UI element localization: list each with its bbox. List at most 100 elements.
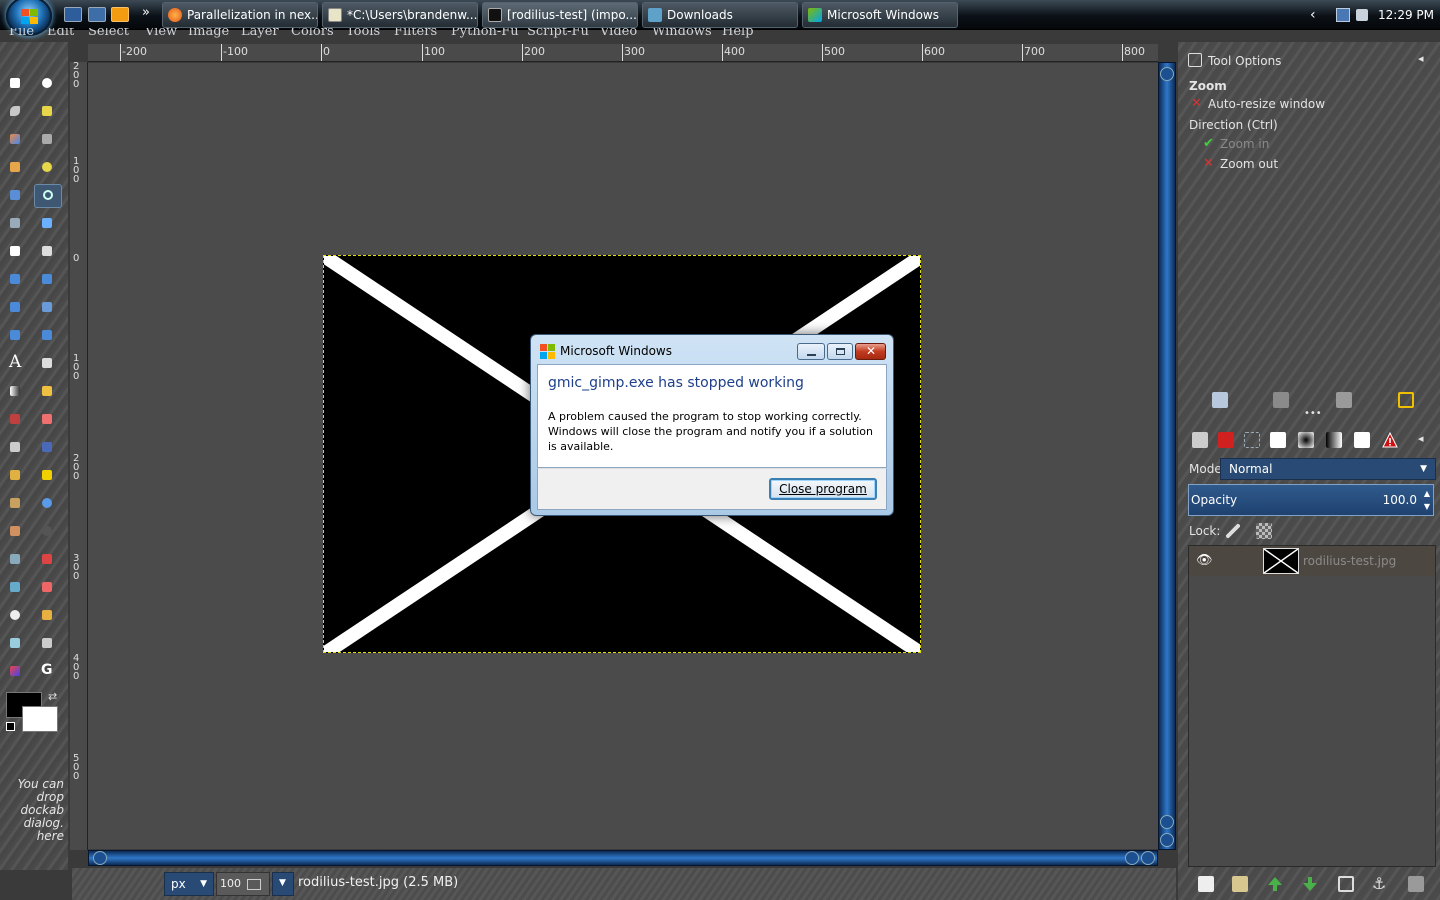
layers-list[interactable]: 👁 rodilius-test.jpg [1188, 545, 1436, 867]
flip-tool-icon[interactable] [6, 326, 24, 344]
panel-menu-icon[interactable]: ◂ [1418, 52, 1424, 65]
heal-tool-icon[interactable] [38, 466, 56, 484]
menu-help[interactable]: Help [722, 28, 754, 39]
horizontal-scrollbar[interactable] [88, 850, 1158, 866]
script-tool-6-icon[interactable] [38, 606, 56, 624]
patterns-tab-icon[interactable] [1354, 432, 1370, 448]
auto-resize-option[interactable]: Auto-resize window [1208, 97, 1325, 111]
rect-select-tool-icon[interactable] [6, 74, 24, 92]
gradients-tab-icon[interactable] [1326, 432, 1342, 448]
paintbrush-tool-icon[interactable] [6, 410, 24, 428]
raise-layer-icon[interactable] [1267, 876, 1283, 892]
drag-handle-icon[interactable]: ••• [1304, 408, 1322, 419]
brushes-tab-icon[interactable] [1298, 432, 1314, 448]
ellipse-select-tool-icon[interactable] [38, 74, 56, 92]
blend-tool-icon[interactable] [6, 382, 24, 400]
layers-tab-icon[interactable] [1192, 432, 1208, 448]
airbrush-tool-icon[interactable] [6, 438, 24, 456]
colormap-tab-icon[interactable] [1270, 432, 1286, 448]
unit-select[interactable]: px ▼ [164, 872, 214, 896]
scroll-down-icon[interactable] [1160, 815, 1174, 829]
menu-script-fu[interactable]: Script-Fu [527, 28, 589, 39]
task-notepad[interactable]: *C:\Users\brandenw... [322, 2, 478, 28]
script-tool-5-icon[interactable] [6, 606, 24, 624]
layer-name[interactable]: rodilius-test.jpg [1303, 554, 1396, 568]
clone-tool-icon[interactable] [6, 466, 24, 484]
tray-expand-icon[interactable]: ‹ [1310, 0, 1316, 30]
script-tool-9-icon[interactable] [6, 662, 24, 680]
default-colors-icon[interactable] [6, 722, 15, 731]
lower-layer-icon[interactable] [1302, 876, 1318, 892]
menu-video[interactable]: Video [600, 28, 637, 39]
shear-tool-icon[interactable] [6, 298, 24, 316]
close-program-button[interactable]: Close program [769, 478, 877, 500]
move-tool-icon[interactable] [38, 214, 56, 232]
scroll-up-icon[interactable] [1160, 67, 1174, 81]
channels-tab-icon[interactable] [1218, 432, 1234, 448]
menu-python-fu[interactable]: Python-Fu [451, 28, 519, 39]
spin-arrows-icon[interactable]: ▲ ▼ [1424, 487, 1430, 513]
menu-layer[interactable]: Layer [241, 28, 279, 39]
lock-pixels-icon[interactable] [1226, 524, 1240, 538]
layer-row[interactable]: 👁 rodilius-test.jpg [1189, 546, 1435, 576]
paths-tool-icon[interactable] [38, 158, 56, 176]
menu-select[interactable]: Select [88, 28, 129, 39]
paths-tab-icon[interactable] [1244, 432, 1260, 448]
task-firefox[interactable]: Parallelization in nex... [162, 2, 318, 28]
gmic-tool-icon[interactable]: G [38, 662, 56, 680]
crop-tool-icon[interactable] [38, 242, 56, 260]
foreground-select-tool-icon[interactable] [6, 158, 24, 176]
vertical-scrollbar[interactable] [1158, 62, 1176, 850]
scroll-right-icon[interactable] [1141, 851, 1155, 865]
scissors-tool-icon[interactable] [38, 130, 56, 148]
select-by-color-tool-icon[interactable] [6, 130, 24, 148]
menu-colors[interactable]: Colors [291, 28, 334, 39]
zoom-spin-icon[interactable] [246, 878, 261, 890]
eraser-tool-icon[interactable] [38, 410, 56, 428]
script-tool-3-icon[interactable] [6, 578, 24, 596]
reset-options-icon[interactable] [1398, 392, 1414, 408]
smudge-tool-icon[interactable] [6, 522, 24, 540]
script-tool-2-icon[interactable] [38, 550, 56, 568]
save-options-icon[interactable] [1212, 392, 1228, 408]
clock[interactable]: 12:29 PM [1378, 0, 1434, 30]
delete-layer-icon[interactable] [1408, 876, 1424, 892]
dodge-burn-tool-icon[interactable] [38, 522, 56, 540]
cage-transform-tool-icon[interactable] [38, 326, 56, 344]
scale-tool-icon[interactable] [38, 270, 56, 288]
menu-filters[interactable]: Filters [394, 28, 437, 39]
menu-windows[interactable]: Windows [652, 28, 712, 39]
maximize-button[interactable] [827, 343, 853, 360]
task-gimp[interactable]: [rodilius-test] (impo... [482, 2, 638, 28]
color-picker-tool-icon[interactable] [6, 186, 24, 204]
opacity-slider[interactable]: Opacity 100.0 ▲ ▼ [1188, 484, 1434, 516]
layer-group-icon[interactable] [1232, 876, 1248, 892]
warning-icon[interactable] [1382, 431, 1398, 448]
zoom-out-option[interactable]: Zoom out [1220, 157, 1278, 171]
show-desktop-icon[interactable] [64, 7, 82, 22]
lock-alpha-icon[interactable] [1256, 523, 1272, 539]
zoom-tool-icon[interactable] [34, 184, 62, 208]
perspective-clone-tool-icon[interactable] [6, 494, 24, 512]
scroll-down-icon[interactable] [1160, 833, 1174, 847]
pencil-tool-icon[interactable] [38, 382, 56, 400]
scroll-right-icon[interactable] [1125, 851, 1139, 865]
quicklaunch-overflow-icon[interactable]: » [142, 5, 150, 20]
menu-tools[interactable]: Tools [346, 28, 380, 39]
fuzzy-select-tool-icon[interactable] [38, 102, 56, 120]
panel-menu-icon[interactable]: ◂ [1418, 432, 1424, 445]
menu-edit[interactable]: Edit [47, 28, 74, 39]
background-color-swatch[interactable] [22, 706, 58, 732]
eye-icon[interactable]: 👁 [1196, 553, 1213, 568]
free-select-tool-icon[interactable] [6, 102, 24, 120]
media-player-icon[interactable] [111, 7, 129, 22]
layer-mode-select[interactable]: Normal ▼ [1220, 458, 1436, 480]
delete-options-icon[interactable] [1336, 392, 1352, 408]
menu-image[interactable]: Image [188, 28, 229, 39]
align-tool-icon[interactable] [6, 242, 24, 260]
volume-icon[interactable] [1356, 9, 1368, 21]
script-tool-8-icon[interactable] [38, 634, 56, 652]
restore-options-icon[interactable] [1273, 392, 1289, 408]
zoom-input[interactable]: 100 % [216, 872, 270, 900]
swap-colors-icon[interactable]: ⇄ [48, 690, 57, 703]
